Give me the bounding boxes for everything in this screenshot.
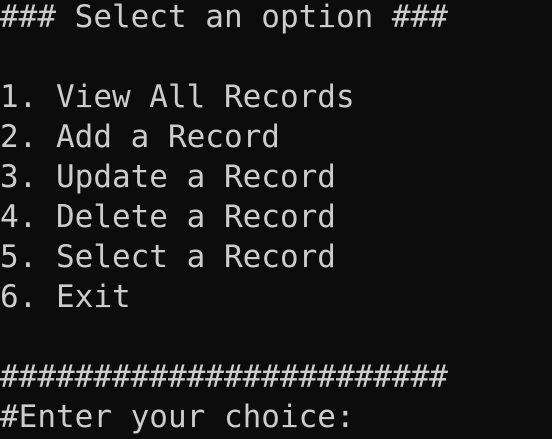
menu-option-add: 2. Add a Record [0, 119, 280, 155]
menu-option-update: 3. Update a Record [0, 159, 336, 195]
menu-option-view-all: 1. View All Records [0, 79, 355, 115]
menu-separator: ######################## [0, 359, 448, 395]
menu-option-exit: 6. Exit [0, 279, 131, 315]
terminal-window[interactable]: ### Select an option ### 1. View All Rec… [0, 0, 552, 439]
input-prompt-line[interactable]: #Enter your choice: [0, 397, 355, 437]
menu-option-delete: 4. Delete a Record [0, 199, 336, 235]
menu-header: ### Select an option ### [0, 0, 448, 35]
input-prompt: #Enter your choice: [0, 399, 355, 435]
menu-option-select: 5. Select a Record [0, 239, 336, 275]
